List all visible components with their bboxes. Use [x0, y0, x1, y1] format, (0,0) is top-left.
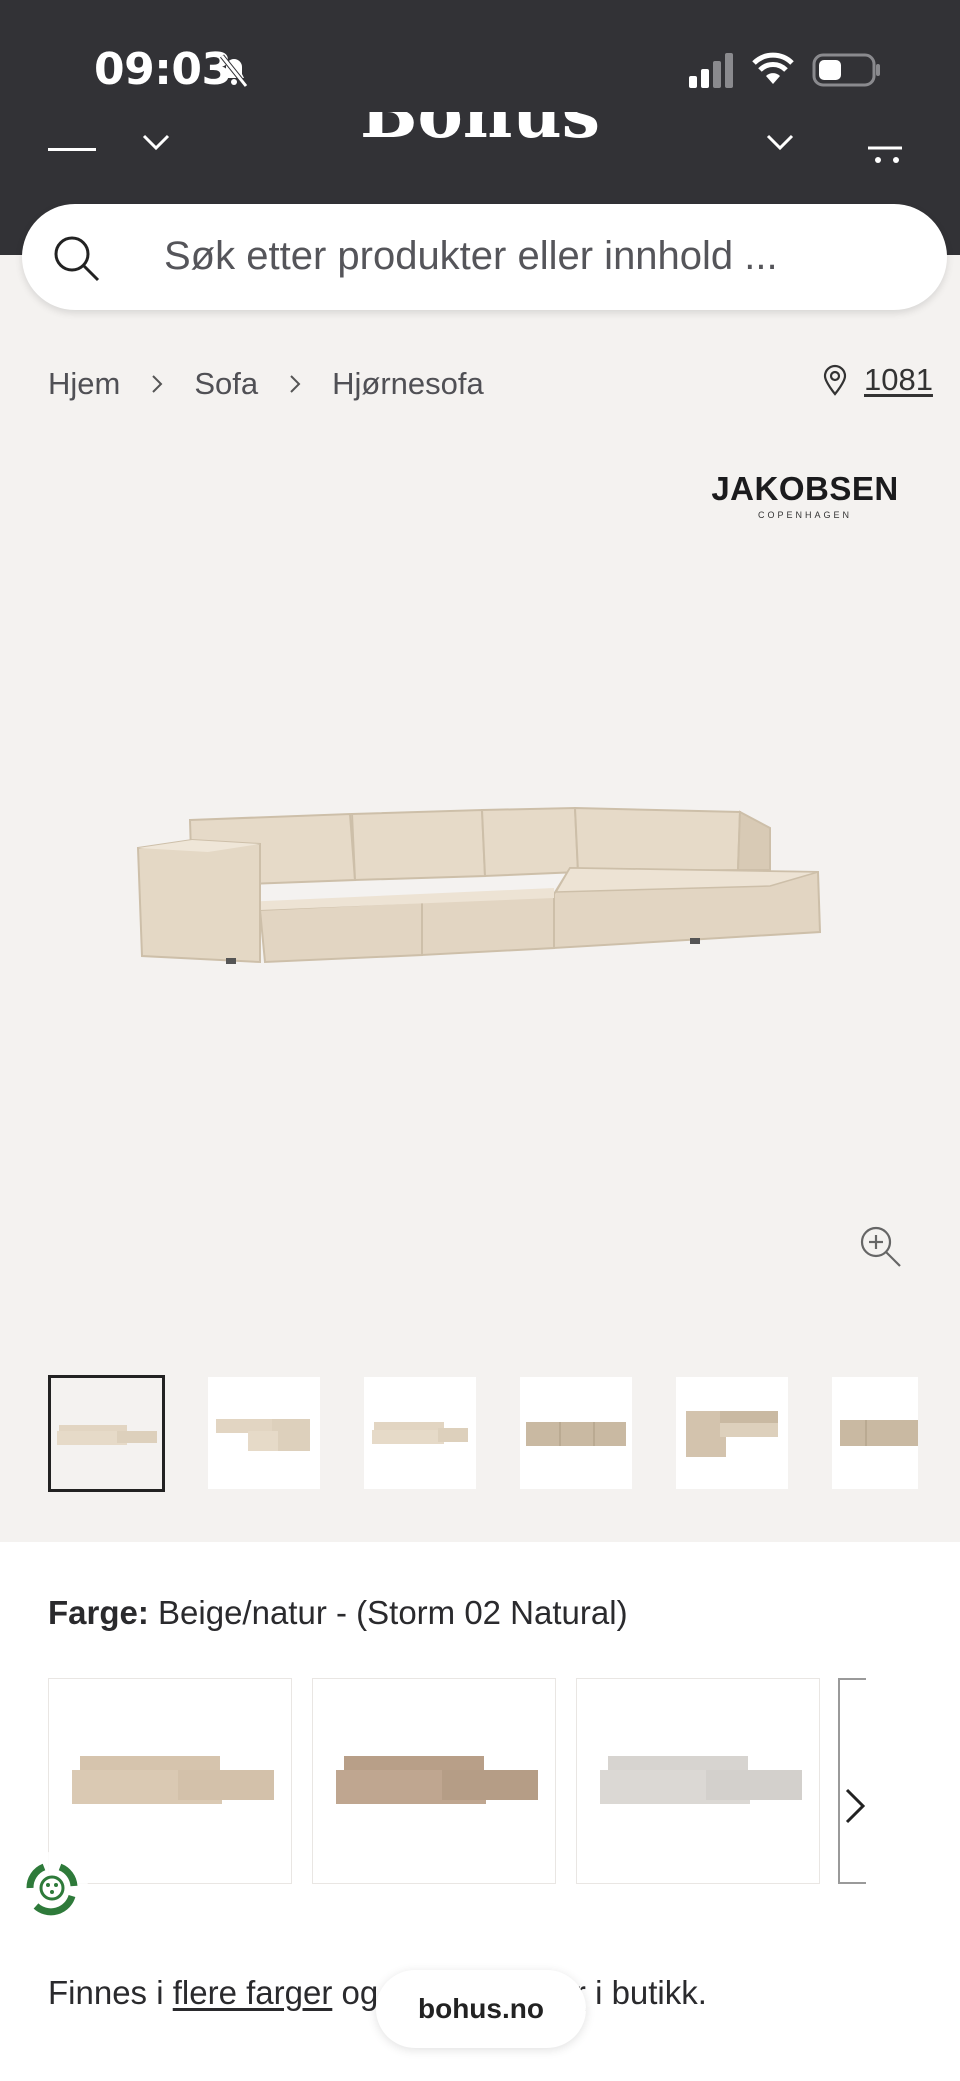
breadcrumb-item-home[interactable]: Hjem [48, 366, 120, 402]
thumbnail-strip [48, 1375, 918, 1493]
location-pin-icon [823, 364, 847, 396]
more-colors-link[interactable]: flere farger [173, 1974, 333, 2011]
signal-icon [689, 53, 733, 88]
menu-icon[interactable] [48, 148, 96, 151]
chevron-down-icon[interactable] [766, 132, 794, 152]
thumbnail-image [526, 1422, 626, 1446]
thumbnail-image [840, 1420, 918, 1446]
thumbnail[interactable] [520, 1377, 632, 1489]
product-image[interactable] [130, 790, 830, 980]
thumbnail[interactable] [48, 1375, 165, 1492]
swatch-image [600, 1756, 802, 1804]
availability-middle: og [341, 1974, 379, 2011]
availability-suffix: i butikk. [595, 1974, 707, 2011]
color-swatch-partial[interactable] [838, 1678, 866, 1884]
thumbnail-image [216, 1419, 310, 1451]
breadcrumb: Hjem Sofa Hjørnesofa [48, 362, 484, 406]
breadcrumb-item-corner-sofa[interactable]: Hjørnesofa [332, 366, 484, 402]
availability-prefix: Finnes i [48, 1974, 164, 2011]
search-bar[interactable]: Søk etter produkter eller innhold ... [22, 204, 947, 310]
recycle-icon[interactable] [16, 1852, 88, 1924]
brand-logo[interactable]: Bohus [0, 112, 960, 148]
wifi-icon [752, 52, 794, 84]
color-value: Beige/natur - (Storm 02 Natural) [158, 1594, 628, 1631]
color-swatch[interactable] [576, 1678, 820, 1884]
status-time: 09:03 [94, 44, 232, 95]
color-label: Farge: Beige/natur - (Storm 02 Natural) [48, 1594, 628, 1632]
chevron-right-icon[interactable] [843, 1786, 867, 1826]
search-input[interactable]: Søk etter produkter eller innhold ... [164, 234, 778, 279]
color-swatch[interactable] [312, 1678, 556, 1884]
color-swatch-carousel [48, 1678, 866, 1886]
swatch-image [336, 1756, 538, 1804]
product-brand-name: JAKOBSEN [711, 470, 899, 507]
url-bar[interactable]: bohus.no [376, 1970, 586, 2048]
store-code[interactable]: 1081 [864, 362, 933, 398]
chevron-right-icon [150, 373, 164, 395]
thumbnail-image [372, 1422, 468, 1444]
product-brand-logo: JAKOBSEN COPENHAGEN [710, 470, 900, 520]
swatch-image [72, 1756, 274, 1804]
search-icon [54, 236, 100, 282]
breadcrumb-item-sofa[interactable]: Sofa [194, 366, 258, 402]
thumbnail-image [56, 1424, 157, 1445]
thumbnail[interactable] [676, 1377, 788, 1489]
battery-icon [812, 53, 880, 87]
bell-muted-icon [220, 54, 248, 88]
zoom-icon[interactable] [858, 1224, 904, 1270]
thumbnail[interactable] [208, 1377, 320, 1489]
store-selector[interactable]: 1081 [822, 362, 933, 398]
cart-icon[interactable] [866, 134, 906, 164]
color-label-key: Farge: [48, 1594, 149, 1631]
thumbnail-image [686, 1411, 778, 1457]
thumbnail[interactable] [832, 1377, 918, 1489]
main-nav: Bohus [0, 112, 960, 172]
chevron-right-icon [288, 373, 302, 395]
thumbnail[interactable] [364, 1377, 476, 1489]
product-brand-sub: COPENHAGEN [757, 510, 852, 520]
